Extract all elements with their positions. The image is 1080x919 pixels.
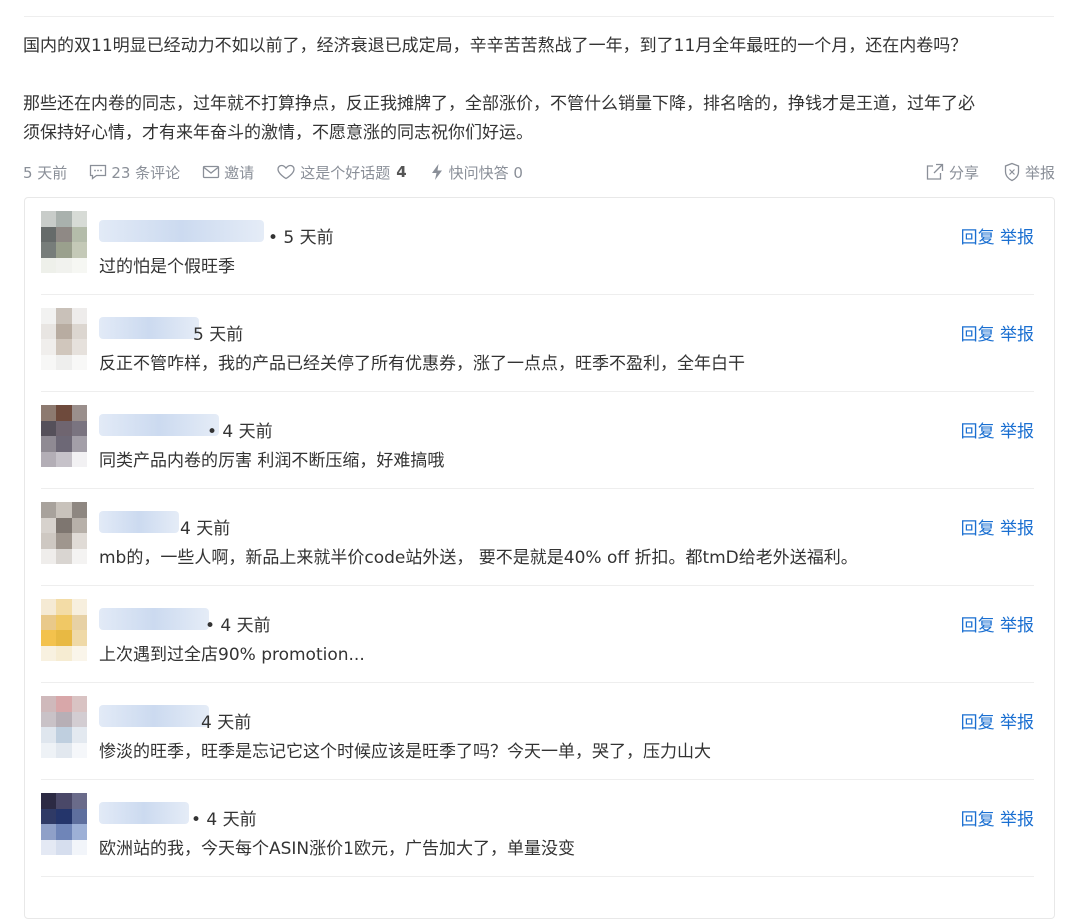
- comment-time: 4 天前: [180, 519, 231, 539]
- comments-link[interactable]: 23 条评论: [89, 162, 180, 183]
- username-blurred[interactable]: [99, 802, 189, 824]
- comment-time: 4 天前: [201, 713, 252, 733]
- comment-actions: 回复 举报: [961, 805, 1034, 830]
- comments-panel: • 5 天前 过的怕是个假旺季 回复 举报 5 天前 反正不管咋样，我的产品已经…: [24, 197, 1055, 919]
- post-meta-bar: 5 天前 23 条评论 邀请 这是个好话题 4 快问快答 0 分享 举报: [23, 160, 1055, 184]
- comment-text: 欧洲站的我，今天每个ASIN涨价1欧元，广告加大了，单量没变: [99, 839, 575, 859]
- share-button[interactable]: 分享: [925, 162, 979, 183]
- username-blurred[interactable]: [99, 414, 219, 436]
- comment-text: 惨淡的旺季，旺季是忘记它这个时候应该是旺季了吗？今天一单，哭了，压力山大: [99, 742, 711, 762]
- comment-time: • 4 天前: [191, 810, 257, 830]
- post-time: 5 天前: [23, 163, 68, 182]
- lightning-icon: [431, 164, 442, 180]
- avatar[interactable]: [41, 405, 87, 467]
- share-label: 分享: [948, 163, 979, 182]
- avatar[interactable]: [41, 599, 87, 661]
- report-post-label: 举报: [1024, 163, 1055, 182]
- report-post-button[interactable]: 举报: [1003, 162, 1055, 183]
- comment-item: • 4 天前 欧洲站的我，今天每个ASIN涨价1欧元，广告加大了，单量没变 回复…: [25, 780, 1054, 877]
- report-button[interactable]: 举报: [1000, 519, 1034, 539]
- invite-label: 邀请: [224, 163, 255, 182]
- username-blurred[interactable]: [99, 317, 199, 339]
- username-blurred[interactable]: [99, 511, 179, 533]
- reply-button[interactable]: 回复: [961, 616, 995, 636]
- comment-divider: [41, 876, 1034, 877]
- reply-button[interactable]: 回复: [961, 810, 995, 830]
- avatar[interactable]: [41, 211, 87, 273]
- heart-icon: [277, 164, 295, 180]
- comment-text: 反正不管咋样，我的产品已经关停了所有优惠券，涨了一点点，旺季不盈利，全年白干: [99, 354, 745, 374]
- quick-answer-label: 快问快答 0: [448, 163, 523, 182]
- report-button[interactable]: 举报: [1000, 325, 1034, 345]
- quick-answer-button[interactable]: 快问快答 0: [429, 162, 523, 183]
- post-paragraph-2: 那些还在内卷的同志，过年就不打算挣点，反正我摊牌了，全部涨价，不管什么销量下降，…: [23, 90, 1063, 148]
- comment-bubble-icon: [90, 164, 107, 180]
- avatar[interactable]: [41, 308, 87, 370]
- comment-time: • 4 天前: [207, 422, 273, 442]
- comment-item: • 5 天前 过的怕是个假旺季 回复 举报: [25, 198, 1054, 295]
- post-paragraph-2-line-1: 那些还在内卷的同志，过年就不打算挣点，反正我摊牌了，全部涨价，不管什么销量下降，…: [23, 94, 975, 114]
- report-button[interactable]: 举报: [1000, 228, 1034, 248]
- username-blurred[interactable]: [99, 705, 209, 727]
- post-paragraph-1: 国内的双11明显已经动力不如以前了，经济衰退已成定局，辛辛苦苦熬战了一年，到了1…: [23, 36, 968, 56]
- reply-button[interactable]: 回复: [961, 325, 995, 345]
- shield-report-icon: [1004, 162, 1020, 182]
- comments-count-label: 23 条评论: [111, 163, 181, 182]
- comment-actions: 回复 举报: [961, 417, 1034, 442]
- reply-button[interactable]: 回复: [961, 228, 995, 248]
- comment-time: • 5 天前: [268, 228, 334, 248]
- comment-time: • 4 天前: [205, 616, 271, 636]
- good-topic-count: 4: [396, 163, 407, 181]
- report-button[interactable]: 举报: [1000, 422, 1034, 442]
- comment-text: 过的怕是个假旺季: [99, 257, 235, 277]
- reply-button[interactable]: 回复: [961, 519, 995, 539]
- report-button[interactable]: 举报: [1000, 713, 1034, 733]
- top-divider: [24, 16, 1054, 17]
- invite-button[interactable]: 邀请: [202, 162, 254, 183]
- comment-actions: 回复 举报: [961, 223, 1034, 248]
- comment-text: 同类产品内卷的厉害 利润不断压缩，好难搞哦: [99, 451, 445, 471]
- comment-item: • 4 天前 上次遇到过全店90% promotion... 回复 举报: [25, 586, 1054, 683]
- post-paragraph-2-line-2: 须保持好心情，才有来年奋斗的激情，不愿意涨的同志祝你们好运。: [23, 123, 533, 143]
- avatar[interactable]: [41, 793, 87, 855]
- avatar[interactable]: [41, 696, 87, 758]
- username-blurred[interactable]: [99, 608, 209, 630]
- reply-button[interactable]: 回复: [961, 422, 995, 442]
- reply-button[interactable]: 回复: [961, 713, 995, 733]
- good-topic-label: 这是个好话题: [300, 163, 391, 182]
- comment-text: 上次遇到过全店90% promotion...: [99, 645, 365, 665]
- comment-time: 5 天前: [193, 325, 244, 345]
- comment-actions: 回复 举报: [961, 320, 1034, 345]
- report-button[interactable]: 举报: [1000, 810, 1034, 830]
- report-button[interactable]: 举报: [1000, 616, 1034, 636]
- mail-icon: [203, 165, 220, 179]
- comment-actions: 回复 举报: [961, 611, 1034, 636]
- comment-item: 4 天前 惨淡的旺季，旺季是忘记它这个时候应该是旺季了吗？今天一单，哭了，压力山…: [25, 683, 1054, 780]
- username-blurred[interactable]: [99, 220, 264, 242]
- comment-item: 5 天前 反正不管咋样，我的产品已经关停了所有优惠券，涨了一点点，旺季不盈利，全…: [25, 295, 1054, 392]
- comment-actions: 回复 举报: [961, 514, 1034, 539]
- comment-text: mb的，一些人啊，新品上来就半价code站外送， 要不是就是40% off 折扣…: [99, 548, 858, 568]
- good-topic-button[interactable]: 这是个好话题 4: [276, 162, 407, 183]
- comment-actions: 回复 举报: [961, 708, 1034, 733]
- comment-item: • 4 天前 同类产品内卷的厉害 利润不断压缩，好难搞哦 回复 举报: [25, 392, 1054, 489]
- avatar[interactable]: [41, 502, 87, 564]
- comment-item: 4 天前 mb的，一些人啊，新品上来就半价code站外送， 要不是就是40% o…: [25, 489, 1054, 586]
- share-arrow-icon: [926, 163, 944, 180]
